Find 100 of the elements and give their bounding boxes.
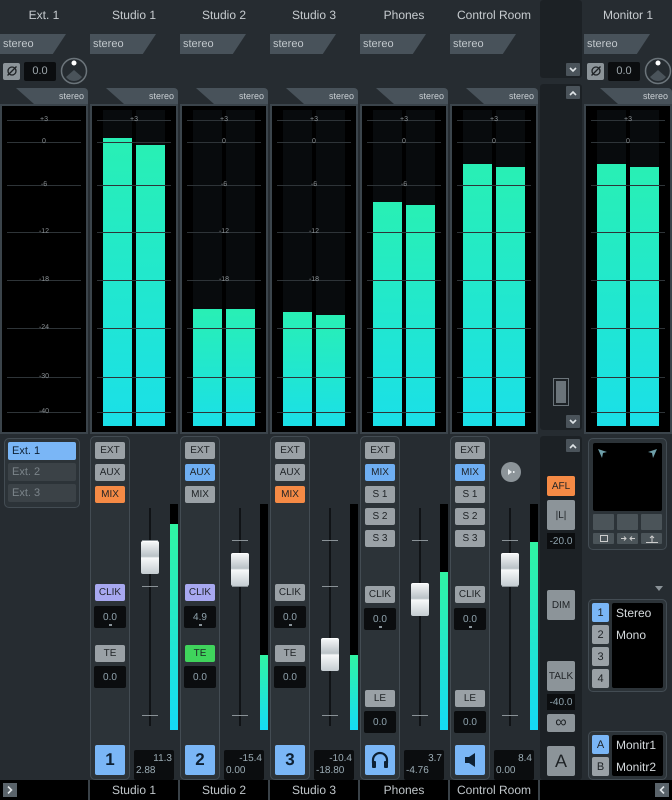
input-format-tag[interactable]: stereo bbox=[180, 34, 246, 54]
scroll-down-button[interactable] bbox=[566, 63, 580, 76]
route-button[interactable]: S 3 bbox=[365, 530, 395, 547]
monitor-button[interactable]: A bbox=[592, 735, 609, 754]
control-button[interactable]: AFL bbox=[547, 476, 575, 496]
channel-button[interactable]: 3 bbox=[275, 745, 305, 775]
pan-knob[interactable] bbox=[60, 57, 88, 85]
scroll-handle[interactable] bbox=[554, 379, 568, 405]
monitor-name[interactable]: Monitr1 bbox=[616, 735, 663, 754]
route-button[interactable]: AUX bbox=[185, 464, 215, 481]
extra-button[interactable]: LE bbox=[455, 690, 485, 707]
expand-button[interactable] bbox=[3, 783, 17, 797]
extra-button[interactable]: TE bbox=[95, 645, 125, 662]
extra-button[interactable]: LE bbox=[365, 690, 395, 707]
meter-format-tag[interactable]: stereo bbox=[376, 88, 448, 104]
gain-value[interactable]: 0.0 bbox=[24, 62, 56, 80]
click-button[interactable]: CLIK bbox=[365, 586, 395, 603]
input-format-tag[interactable]: stereo bbox=[450, 34, 516, 54]
scroll-down-button[interactable] bbox=[566, 415, 580, 428]
route-button[interactable]: S 3 bbox=[455, 530, 485, 547]
fader-handle[interactable] bbox=[141, 541, 159, 574]
click-button[interactable]: CLIK bbox=[275, 584, 305, 601]
preset-button[interactable]: 4 bbox=[592, 669, 609, 688]
route-button[interactable]: MIX bbox=[365, 464, 395, 481]
phase-button[interactable] bbox=[587, 62, 604, 80]
input-format-tag[interactable]: stereo bbox=[270, 34, 336, 54]
meter-format-tag[interactable]: stereo bbox=[106, 88, 178, 104]
click-button[interactable]: CLIK bbox=[185, 584, 215, 601]
channel-button[interactable] bbox=[455, 745, 485, 775]
view-button[interactable] bbox=[641, 533, 662, 544]
click-level-value[interactable]: 0.0 bbox=[274, 606, 306, 628]
play-button[interactable] bbox=[501, 462, 521, 482]
click-level-value[interactable]: 0.0 bbox=[454, 608, 486, 630]
route-button[interactable]: EXT bbox=[185, 442, 215, 459]
fader-handle[interactable] bbox=[231, 552, 249, 586]
scroll-up-button[interactable] bbox=[566, 439, 580, 452]
scroll-up-button[interactable] bbox=[566, 86, 580, 99]
route-button[interactable]: EXT bbox=[365, 442, 395, 459]
input-format-tag[interactable]: stereo bbox=[0, 34, 66, 54]
view-button[interactable] bbox=[617, 533, 638, 544]
channel-button[interactable] bbox=[365, 745, 395, 775]
route-button[interactable]: EXT bbox=[95, 442, 125, 459]
route-button[interactable]: MIX bbox=[455, 464, 485, 481]
route-button[interactable]: S 1 bbox=[455, 486, 485, 503]
phase-button[interactable] bbox=[3, 62, 20, 80]
route-button[interactable]: AUX bbox=[275, 464, 305, 481]
preset-name[interactable]: Mono bbox=[616, 625, 663, 644]
preset-button[interactable]: 1 bbox=[592, 603, 609, 622]
monitor-name[interactable]: Monitr2 bbox=[616, 757, 663, 776]
fader-handle[interactable] bbox=[411, 583, 429, 616]
gain-value[interactable]: 0.0 bbox=[608, 62, 640, 80]
route-button[interactable]: S 1 bbox=[365, 486, 395, 503]
fader-handle[interactable] bbox=[321, 638, 339, 672]
extra-button[interactable]: TE bbox=[185, 645, 215, 662]
click-button[interactable]: CLIK bbox=[455, 586, 485, 603]
extra-level-value[interactable]: 0.0 bbox=[94, 666, 126, 688]
click-level-value[interactable]: 0.0 bbox=[364, 608, 396, 630]
meter-format-tag[interactable]: stereo bbox=[600, 88, 672, 104]
meter-format-tag[interactable]: stereo bbox=[16, 88, 88, 104]
collapse-button[interactable] bbox=[655, 783, 669, 797]
extra-level-value[interactable]: 0.0 bbox=[184, 666, 216, 688]
meter-format-tag[interactable]: stereo bbox=[196, 88, 268, 104]
input-format-tag[interactable]: stereo bbox=[90, 34, 156, 54]
preset-button[interactable]: 3 bbox=[592, 647, 609, 666]
route-button[interactable]: S 2 bbox=[365, 508, 395, 525]
extra-button[interactable]: TE bbox=[275, 645, 305, 662]
route-button[interactable]: EXT bbox=[455, 442, 485, 459]
control-button[interactable]: A bbox=[547, 746, 575, 776]
channel-button[interactable]: 1 bbox=[95, 745, 125, 775]
control-button[interactable]: TALK bbox=[547, 661, 575, 691]
click-button[interactable]: CLIK bbox=[95, 584, 125, 601]
preset-name[interactable]: Stereo bbox=[616, 603, 663, 622]
input-format-tag[interactable]: stereo bbox=[360, 34, 426, 54]
route-button[interactable]: S 2 bbox=[455, 508, 485, 525]
fader-handle[interactable] bbox=[501, 552, 519, 586]
route-button[interactable]: AUX bbox=[95, 464, 125, 481]
input-format-tag[interactable]: stereo bbox=[584, 34, 650, 54]
route-button[interactable]: MIX bbox=[95, 486, 125, 503]
route-button[interactable]: EXT bbox=[275, 442, 305, 459]
control-button[interactable]: DIM bbox=[547, 590, 575, 620]
meter-format-tag[interactable]: stereo bbox=[286, 88, 358, 104]
control-button[interactable]: |L| bbox=[547, 500, 575, 530]
chevron-down-icon bbox=[569, 418, 577, 424]
dropdown-triangle-icon[interactable] bbox=[655, 586, 663, 591]
view-button[interactable] bbox=[593, 533, 614, 544]
click-level-value[interactable]: 4.9 bbox=[184, 606, 216, 628]
extra-level-value[interactable]: 0.0 bbox=[454, 711, 486, 733]
route-button[interactable]: MIX bbox=[275, 486, 305, 503]
click-level-value[interactable]: 0.0 bbox=[94, 606, 126, 628]
meter-format-tag[interactable]: stereo bbox=[466, 88, 538, 104]
source-item[interactable]: Ext. 1 bbox=[8, 442, 76, 460]
preset-button[interactable]: 2 bbox=[592, 625, 609, 644]
pan-knob[interactable] bbox=[644, 57, 672, 85]
monitor-button[interactable]: B bbox=[592, 757, 609, 776]
arrows-in-icon bbox=[620, 535, 634, 542]
channel-button[interactable]: 2 bbox=[185, 745, 215, 775]
route-button[interactable]: MIX bbox=[185, 486, 215, 503]
extra-level-value[interactable]: 0.0 bbox=[274, 666, 306, 688]
control-button[interactable]: ∞ bbox=[547, 714, 575, 732]
extra-level-value[interactable]: 0.0 bbox=[364, 711, 396, 733]
